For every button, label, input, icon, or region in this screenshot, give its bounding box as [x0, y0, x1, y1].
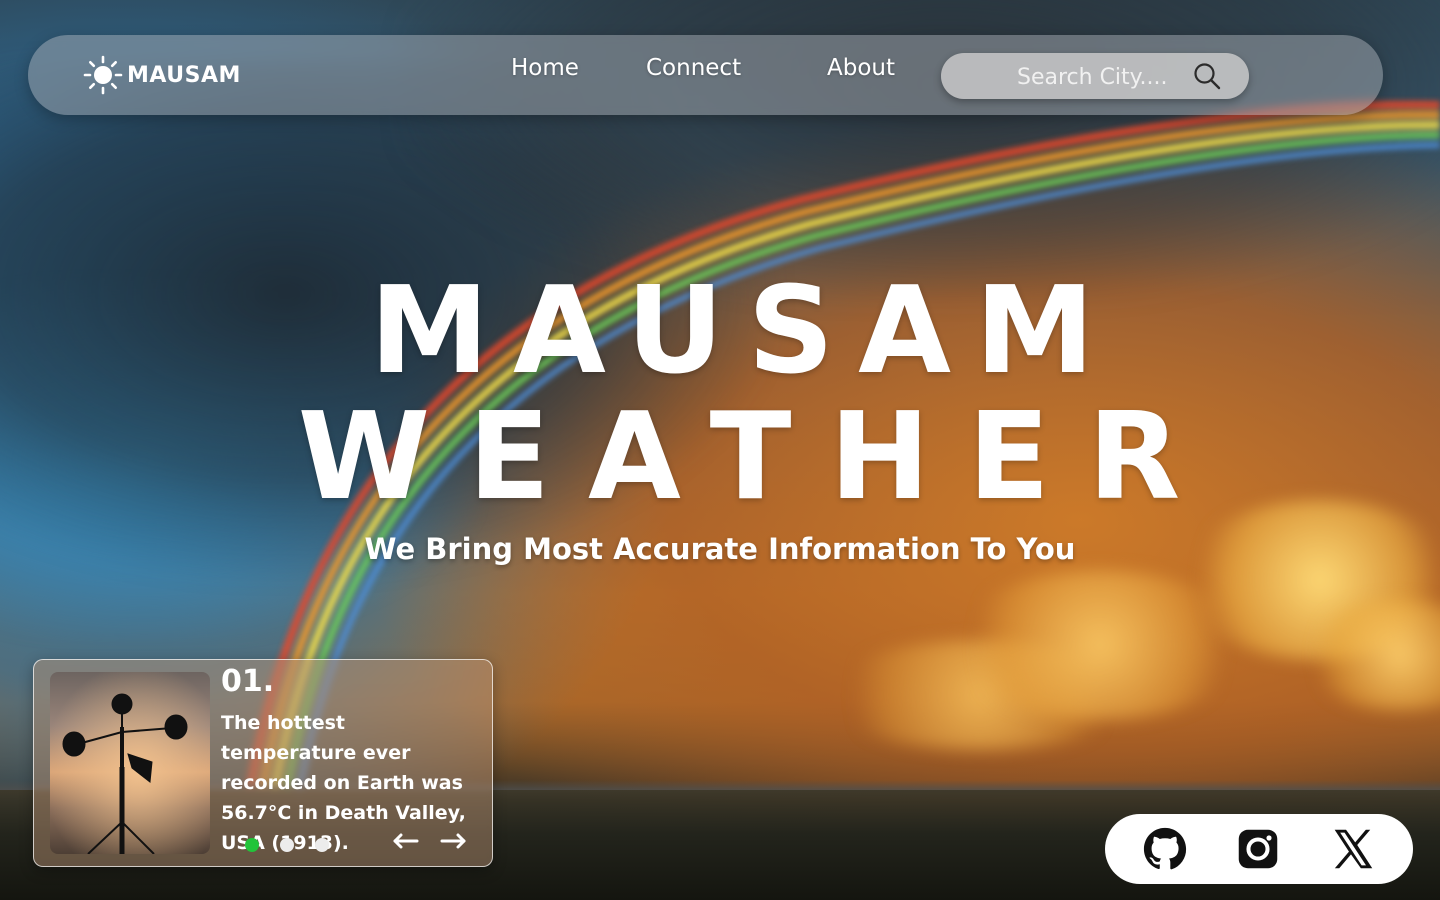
nav-link-connect[interactable]: Connect: [646, 55, 741, 81]
navbar: MAUSAM Home Connect About: [28, 35, 1383, 115]
nav-link-home[interactable]: Home: [511, 55, 579, 81]
fact-number: 01.: [221, 664, 275, 699]
search-icon[interactable]: [1193, 62, 1221, 90]
logo[interactable]: MAUSAM: [83, 55, 241, 95]
x-icon[interactable]: [1331, 827, 1375, 871]
fact-card: 01. The hottest temperature ever recorde…: [33, 659, 493, 867]
arrow-right-icon[interactable]: [438, 830, 468, 852]
slide-dot-active[interactable]: [245, 838, 259, 852]
anemometer-image: [50, 672, 210, 854]
instagram-icon[interactable]: [1236, 827, 1280, 871]
brand-name: MAUSAM: [127, 62, 241, 88]
social-links: [1105, 814, 1413, 884]
search-input[interactable]: [1015, 59, 1199, 95]
arrow-left-icon[interactable]: [391, 830, 421, 852]
slide-dot[interactable]: [315, 838, 329, 852]
search-bar: [941, 53, 1249, 99]
sun-icon: [83, 55, 123, 95]
hero-title-line2: WEATHER: [297, 388, 1219, 527]
hero-title-line1: MAUSAM: [369, 262, 1119, 401]
nav-link-about[interactable]: About: [827, 55, 895, 81]
hero-subtitle: We Bring Most Accurate Information To Yo…: [364, 532, 1076, 566]
anemometer-icon: [50, 672, 210, 854]
slide-dot[interactable]: [280, 838, 294, 852]
github-icon[interactable]: [1143, 827, 1187, 871]
